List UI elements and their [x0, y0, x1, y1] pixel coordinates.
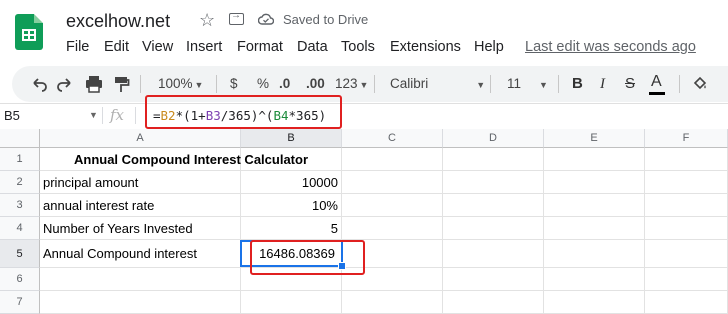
row-header-4[interactable]: 4 — [0, 217, 40, 240]
toolbar: 100% ▼ $ % .0 .00 123 ▼ Calibri ▼ 11 ▼ B I S… — [12, 66, 728, 102]
row-header-5[interactable]: 5 — [0, 240, 40, 268]
empty-cell[interactable] — [40, 268, 241, 291]
empty-cell[interactable] — [544, 217, 645, 240]
cell-a4[interactable]: Number of Years Invested — [40, 217, 241, 240]
menu-help[interactable]: Help — [474, 39, 504, 55]
star-icon[interactable]: ☆ — [199, 10, 215, 31]
row-header-3[interactable]: 3 — [0, 194, 40, 217]
cell-b3[interactable]: 10% — [241, 194, 342, 217]
undo-icon[interactable] — [30, 66, 48, 102]
row-header-2[interactable]: 2 — [0, 171, 40, 194]
row-header-7[interactable]: 7 — [0, 291, 40, 314]
save-status: Saved to Drive — [283, 12, 369, 27]
menu-file[interactable]: File — [66, 39, 89, 55]
column-header-e[interactable]: E — [544, 129, 645, 148]
paint-format-icon[interactable] — [112, 66, 130, 102]
font-size-value: 11 — [507, 76, 522, 91]
font-size-select[interactable]: 11 ▼ — [507, 66, 548, 102]
menu-data[interactable]: Data — [297, 39, 328, 55]
menu-edit[interactable]: Edit — [104, 39, 129, 55]
strikethrough-button[interactable]: S — [625, 66, 635, 102]
column-header-f[interactable]: F — [645, 129, 728, 148]
empty-cell[interactable] — [544, 268, 645, 291]
column-header-a[interactable]: A — [40, 129, 241, 148]
cell-a5[interactable]: Annual Compound interest — [40, 240, 241, 268]
empty-cell[interactable] — [645, 194, 728, 217]
name-box[interactable]: B5 — [4, 108, 20, 123]
redo-icon[interactable] — [56, 66, 74, 102]
empty-cell[interactable] — [544, 194, 645, 217]
text-color-button[interactable]: A — [649, 66, 665, 102]
menu-extensions[interactable]: Extensions — [390, 39, 461, 55]
cell-b4[interactable]: 5 — [241, 217, 342, 240]
menu-insert[interactable]: Insert — [186, 39, 222, 55]
empty-cell[interactable] — [342, 217, 443, 240]
chevron-down-icon: ▼ — [539, 80, 548, 90]
empty-cell[interactable] — [443, 171, 544, 194]
empty-cell[interactable] — [443, 268, 544, 291]
formula-highlight-box — [145, 95, 342, 129]
print-icon[interactable] — [84, 66, 104, 102]
text-color-label: A — [651, 73, 662, 90]
chevron-down-icon[interactable]: ▼ — [89, 110, 98, 120]
empty-cell[interactable] — [645, 240, 728, 268]
text-color-swatch — [649, 92, 665, 95]
fill-color-icon[interactable] — [692, 66, 708, 102]
cell-b2[interactable]: 10000 — [241, 171, 342, 194]
chevron-down-icon: ▼ — [194, 80, 204, 90]
empty-cell[interactable] — [645, 217, 728, 240]
cloud-check-icon — [258, 13, 274, 25]
empty-cell[interactable] — [443, 194, 544, 217]
sheets-logo-icon[interactable] — [15, 14, 43, 50]
cell-a1[interactable]: Annual Compound Interest Calculator — [40, 148, 342, 171]
empty-cell[interactable] — [443, 240, 544, 268]
empty-cell[interactable] — [342, 148, 443, 171]
font-family-value: Calibri — [390, 76, 429, 91]
move-to-folder-icon[interactable] — [229, 10, 244, 25]
chevron-down-icon: ▼ — [476, 80, 486, 90]
cell-a2[interactable]: principal amount — [40, 171, 241, 194]
result-highlight-box — [250, 240, 365, 275]
empty-cell[interactable] — [544, 240, 645, 268]
column-header-c[interactable]: C — [342, 129, 443, 148]
empty-cell[interactable] — [342, 194, 443, 217]
empty-cell[interactable] — [342, 291, 443, 314]
empty-cell[interactable] — [645, 148, 728, 171]
column-header-b[interactable]: B — [241, 129, 342, 148]
row-header-1[interactable]: 1 — [0, 148, 40, 171]
empty-cell[interactable] — [40, 291, 241, 314]
row-header-6[interactable]: 6 — [0, 268, 40, 291]
column-header-d[interactable]: D — [443, 129, 544, 148]
font-family-select[interactable]: Calibri ▼ — [390, 66, 485, 102]
bold-button[interactable]: B — [572, 66, 583, 102]
empty-cell[interactable] — [443, 217, 544, 240]
menu-tools[interactable]: Tools — [341, 39, 375, 55]
menu-view[interactable]: View — [142, 39, 173, 55]
select-all-corner[interactable] — [0, 129, 40, 148]
empty-cell[interactable] — [544, 148, 645, 171]
menu-format[interactable]: Format — [237, 39, 283, 55]
empty-cell[interactable] — [544, 171, 645, 194]
empty-cell[interactable] — [645, 291, 728, 314]
empty-cell[interactable] — [443, 291, 544, 314]
fx-icon: fx — [110, 106, 125, 124]
italic-button[interactable]: I — [600, 66, 605, 102]
empty-cell[interactable] — [342, 171, 443, 194]
empty-cell[interactable] — [645, 171, 728, 194]
empty-cell[interactable] — [544, 291, 645, 314]
empty-cell[interactable] — [241, 291, 342, 314]
chevron-down-icon: ▼ — [359, 80, 369, 90]
document-title[interactable]: excelhow.net — [66, 11, 170, 32]
cell-a3[interactable]: annual interest rate — [40, 194, 241, 217]
empty-cell[interactable] — [645, 268, 728, 291]
zoom-value: 100% — [158, 76, 193, 91]
more-formats-label: 123 — [335, 76, 358, 91]
last-edit-link[interactable]: Last edit was seconds ago — [525, 39, 696, 55]
empty-cell[interactable] — [443, 148, 544, 171]
